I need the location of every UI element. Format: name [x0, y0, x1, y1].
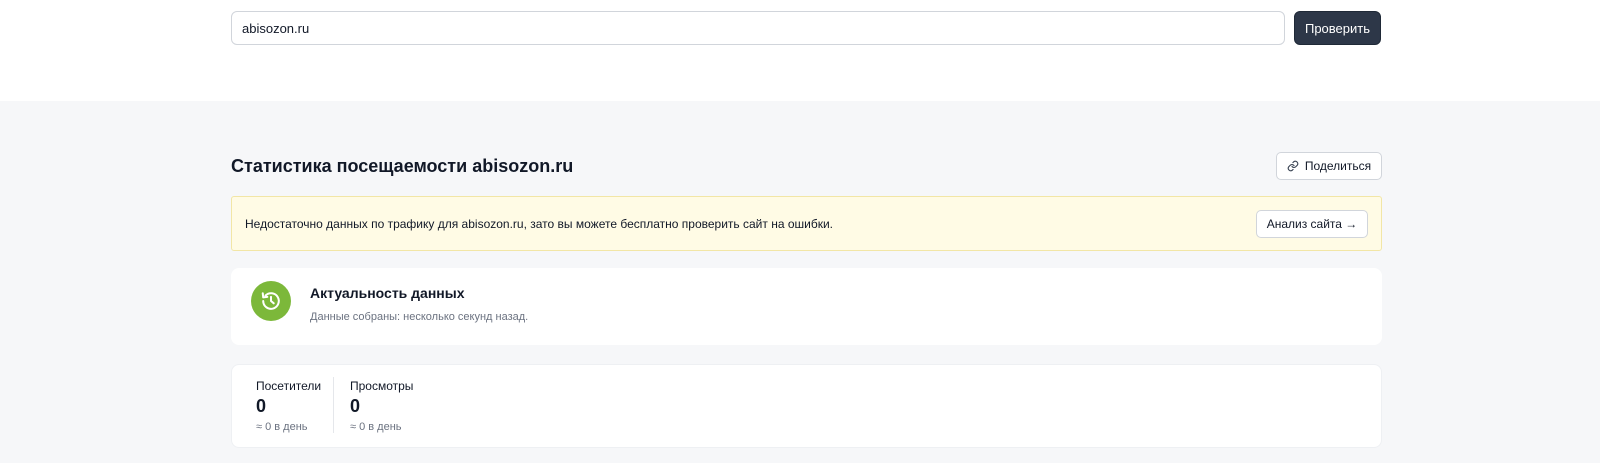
- top-search-bar: Проверить: [0, 0, 1600, 101]
- freshness-title: Актуальность данных: [310, 285, 465, 301]
- notice-text: Недостаточно данных по трафику для abiso…: [245, 217, 834, 231]
- freshness-subtitle: Данные собраны: несколько секунд назад.: [310, 311, 529, 323]
- stat-per-day: ≈ 0 в день: [350, 421, 402, 433]
- clock-history-icon: [251, 281, 291, 321]
- check-button[interactable]: Проверить: [1294, 11, 1381, 45]
- stat-divider: [333, 377, 334, 433]
- data-freshness-card: Актуальность данных Данные собраны: неск…: [231, 268, 1382, 345]
- stat-label: Просмотры: [350, 379, 414, 393]
- main-content: Статистика посещаемости abisozon.ru Поде…: [0, 101, 1600, 463]
- stat-views: Просмотры 0 ≈ 0 в день: [350, 379, 413, 433]
- stat-value: 0: [256, 396, 267, 416]
- page-title: Статистика посещаемости abisozon.ru: [231, 156, 574, 176]
- traffic-stats-card: Посетители 0 ≈ 0 в день Просмотры 0 ≈ 0 …: [231, 364, 1382, 448]
- share-button-label: Поделиться: [1304, 159, 1372, 173]
- link-icon: [1287, 160, 1299, 172]
- stat-value: 0: [350, 396, 361, 416]
- stat-label: Посетители: [256, 379, 322, 393]
- share-button[interactable]: Поделиться: [1276, 152, 1382, 180]
- domain-search-input[interactable]: [231, 11, 1285, 45]
- stat-visitors: Посетители 0 ≈ 0 в день: [256, 379, 321, 433]
- site-analysis-button[interactable]: Анализ сайта →: [1256, 210, 1368, 238]
- insufficient-data-notice: Недостаточно данных по трафику для abiso…: [231, 196, 1382, 251]
- stat-per-day: ≈ 0 в день: [256, 421, 308, 433]
